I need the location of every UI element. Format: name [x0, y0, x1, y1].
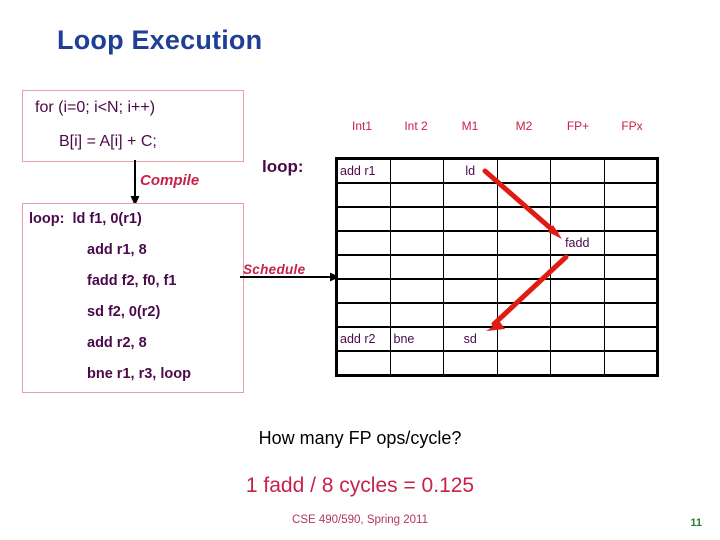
assembly-code-line: fadd f2, f0, f1 [87, 273, 177, 289]
table-row: add r2 bne sd [336, 326, 658, 352]
table-row [336, 182, 658, 208]
schedule-cell[interactable] [603, 278, 658, 304]
question-text: How many FP ops/cycle? [258, 428, 462, 448]
schedule-cell[interactable] [389, 302, 444, 328]
schedule-cell[interactable] [603, 206, 658, 232]
compile-label: Compile [140, 172, 200, 189]
assembly-code-line: sd f2, 0(r2) [87, 304, 161, 320]
schedule-cell[interactable] [389, 206, 444, 232]
schedule-cell[interactable] [496, 230, 551, 256]
footer-course-label: CSE 490/590, Spring 2011 [292, 514, 428, 526]
schedule-cell[interactable] [443, 230, 498, 256]
table-row [336, 254, 658, 280]
schedule-cell[interactable] [603, 302, 658, 328]
assembly-code-line: add r1, 8 [87, 242, 147, 258]
table-row [336, 278, 658, 304]
unit-header-int1: Int1 [351, 119, 372, 133]
functional-unit-headers: Int1 Int 2 M1 M2 FP+ FPx [335, 119, 659, 139]
source-code-line: for (i=0; i<N; i++) [35, 99, 156, 116]
unit-header-int2: Int 2 [404, 119, 428, 133]
schedule-cell[interactable] [443, 350, 498, 377]
schedule-label: Schedule [243, 262, 306, 277]
schedule-cell[interactable] [336, 230, 391, 256]
schedule-cell[interactable]: sd [443, 326, 498, 352]
schedule-cell[interactable] [336, 278, 391, 304]
slide-canvas: Loop Execution for (i=0; i<N; i++) B[i] … [0, 0, 720, 540]
schedule-cell[interactable]: fadd [550, 230, 605, 256]
schedule-cell[interactable] [550, 157, 605, 184]
schedule-cell[interactable] [603, 182, 658, 208]
unit-header-fpx: FPx [621, 119, 643, 133]
schedule-cell[interactable] [550, 350, 605, 377]
answer-text: 1 fadd / 8 cycles = 0.125 [245, 474, 475, 497]
schedule-cell[interactable] [496, 206, 551, 232]
schedule-cell[interactable] [389, 254, 444, 280]
schedule-cell[interactable] [603, 326, 658, 352]
schedule-cell[interactable] [336, 254, 391, 280]
schedule-cell[interactable]: ld [443, 157, 498, 184]
page-number: 11 [690, 517, 702, 529]
schedule-loop-label: loop: [262, 157, 304, 176]
schedule-cell[interactable] [389, 230, 444, 256]
schedule-cell[interactable] [443, 278, 498, 304]
page-title: Loop Execution [57, 25, 263, 55]
schedule-cell[interactable] [389, 278, 444, 304]
schedule-cell[interactable] [336, 302, 391, 328]
schedule-cell[interactable] [389, 157, 444, 184]
schedule-cell[interactable] [496, 157, 551, 184]
schedule-cell[interactable] [550, 254, 605, 280]
table-row: fadd [336, 230, 658, 256]
assembly-code-line: add r2, 8 [87, 335, 147, 351]
schedule-table: add r1 ld fadd add r2 bne sd [335, 157, 659, 377]
schedule-cell[interactable] [496, 182, 551, 208]
schedule-cell[interactable] [496, 350, 551, 377]
schedule-cell[interactable]: bne [389, 326, 444, 352]
schedule-cell[interactable] [496, 254, 551, 280]
source-code-box: for (i=0; i<N; i++) B[i] = A[i] + C; [22, 90, 244, 162]
unit-header-m1: M1 [461, 119, 479, 133]
unit-header-m2: M2 [515, 119, 533, 133]
table-row [336, 350, 658, 377]
schedule-cell[interactable] [550, 302, 605, 328]
assembly-code-line: loop: ld f1, 0(r1) [29, 211, 142, 227]
schedule-cell[interactable] [443, 182, 498, 208]
schedule-cell[interactable] [603, 254, 658, 280]
table-row [336, 302, 658, 328]
schedule-cell[interactable] [443, 302, 498, 328]
schedule-cell[interactable] [496, 326, 551, 352]
schedule-cell[interactable] [336, 182, 391, 208]
schedule-cell[interactable] [336, 206, 391, 232]
schedule-cell[interactable] [550, 206, 605, 232]
schedule-cell[interactable] [336, 350, 391, 377]
schedule-cell[interactable] [389, 350, 444, 377]
schedule-cell[interactable] [550, 278, 605, 304]
assembly-code-box: loop: ld f1, 0(r1) add r1, 8 fadd f2, f0… [22, 203, 244, 393]
assembly-code-line: bne r1, r3, loop [87, 366, 191, 382]
schedule-cell[interactable] [603, 230, 658, 256]
table-row [336, 206, 658, 232]
schedule-cell[interactable] [443, 206, 498, 232]
schedule-cell[interactable]: add r2 [336, 326, 391, 352]
schedule-cell[interactable] [603, 157, 658, 184]
schedule-cell[interactable] [550, 326, 605, 352]
unit-header-fpadd: FP+ [566, 119, 590, 133]
table-row: add r1 ld [336, 157, 658, 184]
schedule-cell[interactable] [496, 278, 551, 304]
schedule-cell[interactable] [443, 254, 498, 280]
source-code-line: B[i] = A[i] + C; [59, 133, 157, 150]
schedule-cell[interactable]: add r1 [336, 157, 391, 184]
schedule-cell[interactable] [550, 182, 605, 208]
schedule-cell[interactable] [603, 350, 658, 377]
schedule-cell[interactable] [496, 302, 551, 328]
schedule-cell[interactable] [389, 182, 444, 208]
